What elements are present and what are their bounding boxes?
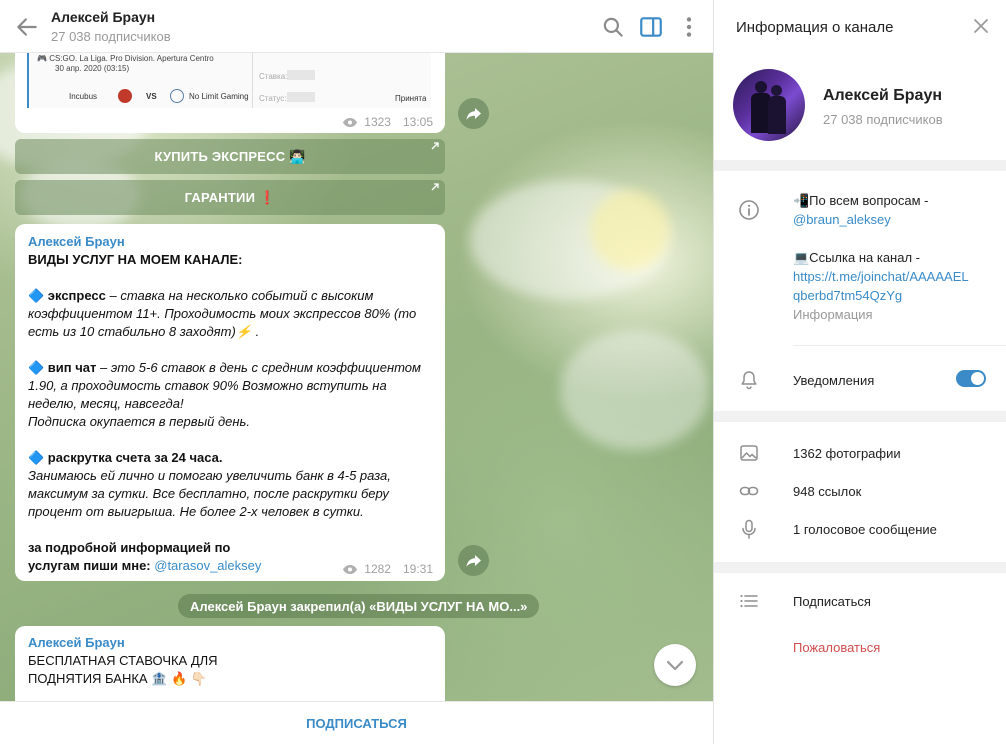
views-count: 1323: [364, 115, 391, 129]
notifications-toggle[interactable]: [956, 370, 986, 387]
bet-match-line: 🎮 CS:GO. La Liga. Pro Division. Apertura…: [37, 54, 214, 63]
views-eye-icon: [343, 117, 358, 127]
external-link-icon: [431, 142, 439, 150]
keyboard-button-label: КУПИТЬ ЭКСПРЕСС 👨🏻‍💻: [154, 148, 306, 164]
bg-flower-center: [590, 190, 670, 270]
keyboard-button-guarantees[interactable]: ГАРАНТИИ ❗: [15, 180, 445, 215]
message-paragraph: Подписка окупается в первый день.: [28, 414, 250, 429]
bet-status-blur: [287, 92, 315, 102]
keyboard-button-label: ГАРАНТИИ ❗: [184, 189, 276, 205]
bet-stake-blur: [287, 70, 315, 80]
bell-icon: [741, 371, 757, 390]
share-button[interactable]: [458, 98, 489, 129]
team-logo-nlg: [170, 89, 184, 103]
microphone-icon: [742, 519, 756, 539]
notifications-label: Уведомления: [793, 373, 875, 388]
profile-name: Алексей Браун: [823, 87, 943, 104]
message-line: БЕСПЛАТНАЯ СТАВОЧКА ДЛЯ: [28, 653, 218, 668]
bet-status-value: Принята: [395, 94, 427, 103]
message-time: 13:05: [402, 115, 433, 129]
scroll-down-button[interactable]: [654, 644, 696, 686]
subscribe-action[interactable]: Подписаться: [793, 594, 871, 609]
bet-date: 30 апр. 2020 (03:15): [55, 64, 130, 73]
chat-header: Алексей Браун 27 038 подписчиков: [0, 0, 713, 53]
description-caption: Информация: [793, 307, 873, 322]
message-paragraph: Занимаюсь ей лично и помогаю увеличить б…: [28, 468, 391, 519]
side-panel-icon[interactable]: [638, 14, 664, 40]
bet-status-label: Статус:: [259, 94, 287, 103]
channel-invite-link-cont[interactable]: qberbd7tm54QzYg: [793, 286, 993, 305]
message-line: ПОДНЯТИЯ БАНКА 🏦 🔥 👇🏻: [28, 671, 207, 686]
bet-team-left: Incubus: [69, 92, 98, 101]
message-author[interactable]: Алексей Браун: [28, 634, 432, 652]
message-body: Алексей Браун БЕСПЛАТНАЯ СТАВОЧКА ДЛЯ ПО…: [15, 626, 445, 688]
pinned-service-message[interactable]: Алексей Браун закрепил(а) «ВИДЫ УСЛУГ НА…: [178, 594, 540, 618]
message-paragraph: за подробной информацией по: [28, 540, 231, 555]
info-actions-section: Подписаться Пожаловаться: [714, 573, 1006, 744]
channel-description: 📲По всем вопросам - @braun_aleksey 💻Ссыл…: [793, 191, 993, 324]
photo-icon: [740, 445, 758, 461]
message-paragraph: 🔷 раскрутка счета за 24 часа.: [28, 450, 223, 465]
message-bubble[interactable]: 🎮 CS:GO. La Liga. Pro Division. Apertura…: [15, 40, 445, 133]
share-button[interactable]: [458, 545, 489, 576]
contact-link[interactable]: @tarasov_aleksey: [154, 558, 261, 573]
more-vertical-icon[interactable]: [676, 14, 702, 40]
link-icon: [739, 486, 759, 496]
message-author[interactable]: Алексей Браун: [28, 233, 432, 251]
external-link-icon: [431, 183, 439, 191]
info-header-section: Информация о канале Алексей Браун 27 038…: [714, 0, 1006, 160]
message-bubble[interactable]: Алексей Браун ВИДЫ УСЛУГ НА МОЕМ КАНАЛЕ:…: [15, 224, 445, 581]
keyboard-button-buy-express[interactable]: КУПИТЬ ЭКСПРЕСС 👨🏻‍💻: [15, 139, 445, 174]
divider: [793, 345, 1006, 346]
chevron-down-icon: [666, 660, 684, 671]
report-action[interactable]: Пожаловаться: [793, 640, 880, 655]
channel-info-panel: Информация о канале Алексей Браун 27 038…: [713, 0, 1006, 744]
chat-area: Алексей Браун 27 038 подписчиков 🎮 CS:GO…: [0, 0, 713, 744]
message-body: Алексей Браун ВИДЫ УСЛУГ НА МОЕМ КАНАЛЕ:…: [15, 224, 445, 575]
bet-screenshot: 🎮 CS:GO. La Liga. Pro Division. Apertura…: [27, 52, 431, 108]
channel-subscribers: 27 038 подписчиков: [51, 29, 171, 44]
views-count: 1282: [364, 562, 391, 576]
message-paragraph: 🔷 вип чат – это 5-6 ставок в день с сред…: [28, 360, 421, 411]
search-icon[interactable]: [600, 14, 626, 40]
message-paragraph: 🔷 экспресс – ставка на несколько событий…: [28, 288, 417, 339]
bet-divider: [252, 52, 253, 108]
contact-link[interactable]: @braun_aleksey: [793, 210, 993, 229]
info-panel-title: Информация о канале: [736, 19, 894, 36]
share-arrow-icon: [466, 108, 481, 120]
team-logo-incubus: [118, 89, 132, 103]
info-media-section: 1362 фотографии 948 ссылок 1 голосовое с…: [714, 422, 1006, 562]
info-icon: [739, 200, 759, 220]
close-icon[interactable]: [970, 15, 992, 37]
bet-stake-label: Ставка:: [259, 72, 288, 81]
message-meta: 1323 13:05: [342, 115, 433, 129]
bet-team-right: No Limit Gaming: [189, 92, 249, 101]
views-eye-icon: [343, 564, 358, 574]
voice-count[interactable]: 1 голосовое сообщение: [793, 522, 937, 537]
list-icon: [740, 594, 758, 608]
back-arrow-icon[interactable]: [14, 14, 40, 40]
links-count[interactable]: 948 ссылок: [793, 484, 861, 499]
avatar[interactable]: [733, 69, 805, 141]
channel-title[interactable]: Алексей Браун: [51, 9, 155, 25]
message-meta: 1282 19:31: [342, 562, 433, 576]
bg-petal: [560, 330, 710, 450]
channel-invite-link[interactable]: https://t.me/joinchat/AAAAAEL: [793, 267, 993, 286]
message-time: 19:31: [402, 562, 433, 576]
message-heading: ВИДЫ УСЛУГ НА МОЕМ КАНАЛЕ:: [28, 252, 243, 267]
bet-vs: VS: [146, 92, 157, 101]
share-arrow-icon: [466, 555, 481, 567]
photos-count[interactable]: 1362 фотографии: [793, 446, 901, 461]
subscribe-button[interactable]: ПОДПИСАТЬСЯ: [0, 701, 713, 744]
profile-subscribers: 27 038 подписчиков: [823, 112, 943, 127]
